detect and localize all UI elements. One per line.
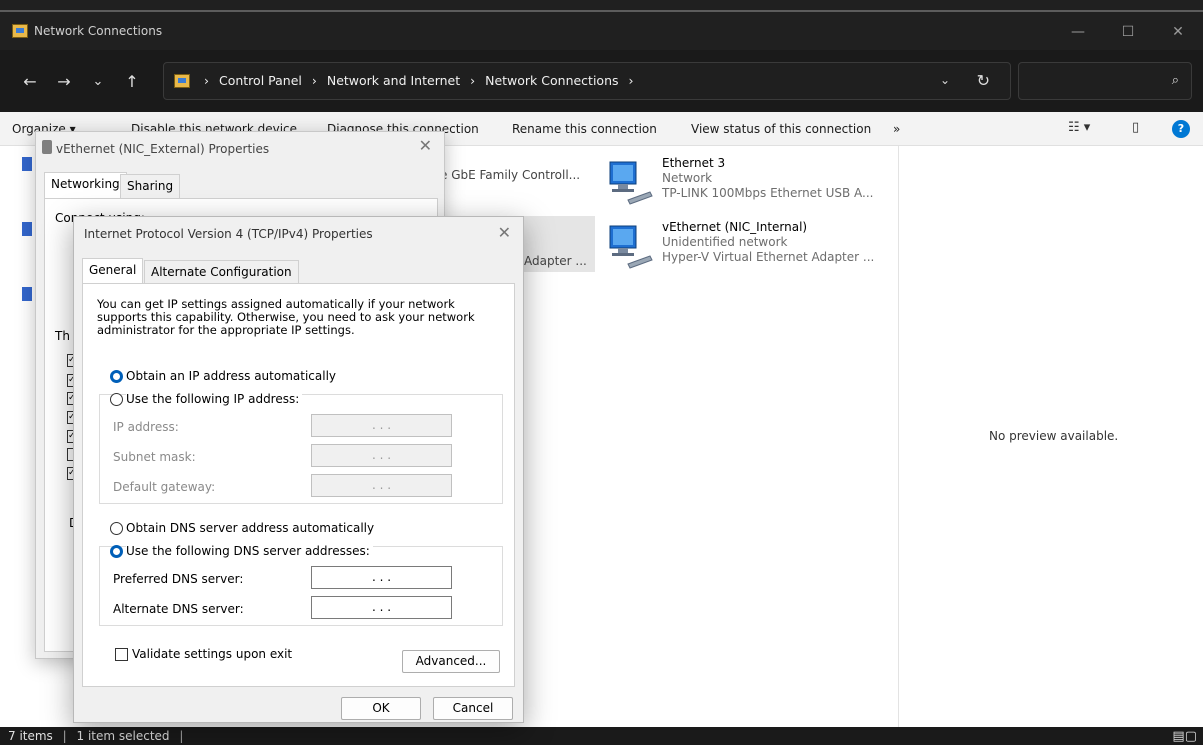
use-dns-radio[interactable]: [110, 545, 123, 558]
advanced-button[interactable]: Advanced...: [402, 650, 500, 673]
help-icon[interactable]: ?: [1172, 120, 1190, 138]
preferred-dns-label: Preferred DNS server:: [113, 572, 244, 586]
ip-address-label: IP address:: [113, 420, 179, 434]
connection-name: vEthernet (NIC_Internal): [662, 220, 808, 234]
validate-label[interactable]: Validate settings upon exit: [132, 647, 292, 661]
preview-pane-icon[interactable]: ▯: [1132, 120, 1139, 135]
alternate-dns-field[interactable]: . . .: [311, 596, 452, 619]
subnet-mask-label: Subnet mask:: [113, 450, 196, 464]
breadcrumb-separator[interactable]: ›: [470, 73, 475, 88]
ipv4-properties-dialog: Internet Protocol Version 4 (TCP/IPv4) P…: [73, 216, 524, 723]
network-adapter-icon: [609, 225, 653, 269]
list-item[interactable]: vEthernet (NIC_Internal) Unidentified ne…: [604, 220, 894, 280]
network-adapter-icon: [609, 161, 653, 205]
preferred-dns-field[interactable]: . . .: [311, 566, 452, 589]
up-button[interactable]: ↑: [120, 70, 144, 94]
obtain-dns-label[interactable]: Obtain DNS server address automatically: [126, 521, 374, 535]
refresh-icon[interactable]: ↻: [977, 71, 990, 90]
general-panel: You can get IP settings assigned automat…: [82, 283, 515, 687]
subnet-mask-field[interactable]: . . .: [311, 444, 452, 467]
list-item[interactable]: Ethernet 3 Network TP-LINK 100Mbps Ether…: [604, 156, 894, 216]
use-ip-label[interactable]: Use the following IP address:: [126, 392, 303, 406]
minimize-button[interactable]: —: [1055, 18, 1101, 46]
alternate-dns-label: Alternate DNS server:: [113, 602, 244, 616]
title-bar: Network Connections — ☐ ✕: [0, 0, 1203, 50]
preview-pane: No preview available.: [898, 146, 1203, 727]
cancel-button[interactable]: Cancel: [433, 697, 513, 720]
close-window-button[interactable]: ✕: [1155, 18, 1201, 46]
maximize-button[interactable]: ☐: [1105, 18, 1151, 46]
selection-count: 1 item selected: [76, 729, 170, 743]
breadcrumb-control-panel[interactable]: Control Panel: [219, 73, 302, 88]
ok-button[interactable]: OK: [341, 697, 421, 720]
connection-status: Network: [662, 171, 713, 185]
status-bar: 7 items | 1 item selected | ▤▢: [0, 727, 1203, 745]
control-panel-icon: [174, 74, 190, 88]
partial-adapter-icon: [22, 157, 32, 171]
obtain-dns-radio[interactable]: [110, 522, 123, 535]
close-icon[interactable]: ✕: [498, 223, 511, 242]
breadcrumb: › Control Panel › Network and Internet ›…: [198, 73, 640, 88]
tab-general[interactable]: General: [82, 258, 144, 285]
network-connections-icon: [12, 24, 28, 38]
breadcrumb-network-connections[interactable]: Network Connections: [485, 73, 618, 88]
view-toggle-icon[interactable]: ▤▢: [1172, 729, 1197, 744]
adapter-icon: [42, 140, 52, 154]
tab-sharing[interactable]: Sharing: [120, 174, 181, 198]
tab-alternate-configuration[interactable]: Alternate Configuration: [144, 260, 299, 284]
view-status-button[interactable]: View status of this connection: [691, 122, 871, 136]
address-bar[interactable]: › Control Panel › Network and Internet ›…: [163, 62, 1011, 100]
breadcrumb-separator[interactable]: ›: [312, 73, 317, 88]
validate-checkbox[interactable]: [115, 648, 128, 661]
connection-status: Unidentified network: [662, 235, 788, 249]
connection-device: TP-LINK 100Mbps Ethernet USB A...: [662, 186, 874, 200]
use-dns-label[interactable]: Use the following DNS server addresses:: [126, 544, 373, 558]
partial-item-device: e GbE Family Controll...: [440, 168, 581, 182]
window-title: Network Connections: [34, 24, 163, 38]
no-preview-text: No preview available.: [989, 429, 1119, 443]
close-icon[interactable]: ✕: [419, 136, 432, 155]
default-gateway-field[interactable]: . . .: [311, 474, 452, 497]
item-count: 7 items: [8, 729, 53, 743]
components-label: Th: [55, 329, 70, 343]
address-history-chevron-icon[interactable]: ⌄: [940, 73, 950, 87]
breadcrumb-separator: ›: [204, 73, 209, 88]
ip-settings-description: You can get IP settings assigned automat…: [97, 297, 475, 337]
status-separator: |: [179, 729, 184, 743]
breadcrumb-network-and-internet[interactable]: Network and Internet: [327, 73, 460, 88]
status-separator: |: [62, 729, 67, 743]
ip-address-field[interactable]: . . .: [311, 414, 452, 437]
default-gateway-label: Default gateway:: [113, 480, 216, 494]
partial-item-device: Adapter ...: [524, 254, 587, 268]
use-ip-radio[interactable]: [110, 393, 123, 406]
navigation-bar: ← → ⌄ ↑ › Control Panel › Network and In…: [0, 50, 1203, 112]
tab-networking[interactable]: Networking: [44, 172, 127, 199]
search-input[interactable]: ⌕: [1018, 62, 1192, 100]
window-top-border: [0, 10, 1203, 12]
rename-connection-button[interactable]: Rename this connection: [512, 122, 657, 136]
connection-device: Hyper-V Virtual Ethernet Adapter ...: [662, 250, 875, 264]
obtain-ip-label[interactable]: Obtain an IP address automatically: [126, 369, 336, 383]
partial-adapter-icon: [22, 222, 32, 236]
dialog-title: Internet Protocol Version 4 (TCP/IPv4) P…: [84, 227, 373, 241]
back-button[interactable]: ←: [18, 70, 42, 94]
dialog-title: vEthernet (NIC_External) Properties: [56, 142, 270, 156]
obtain-ip-radio[interactable]: [110, 370, 123, 383]
recent-locations-button[interactable]: ⌄: [86, 70, 110, 94]
view-options-button[interactable]: ☷ ▾: [1068, 120, 1090, 135]
connection-name: Ethernet 3: [662, 156, 726, 170]
forward-button[interactable]: →: [52, 70, 76, 94]
more-commands-button[interactable]: »: [893, 122, 900, 136]
breadcrumb-separator[interactable]: ›: [629, 73, 634, 88]
search-icon: ⌕: [1171, 73, 1179, 88]
partial-adapter-icon: [22, 287, 32, 301]
